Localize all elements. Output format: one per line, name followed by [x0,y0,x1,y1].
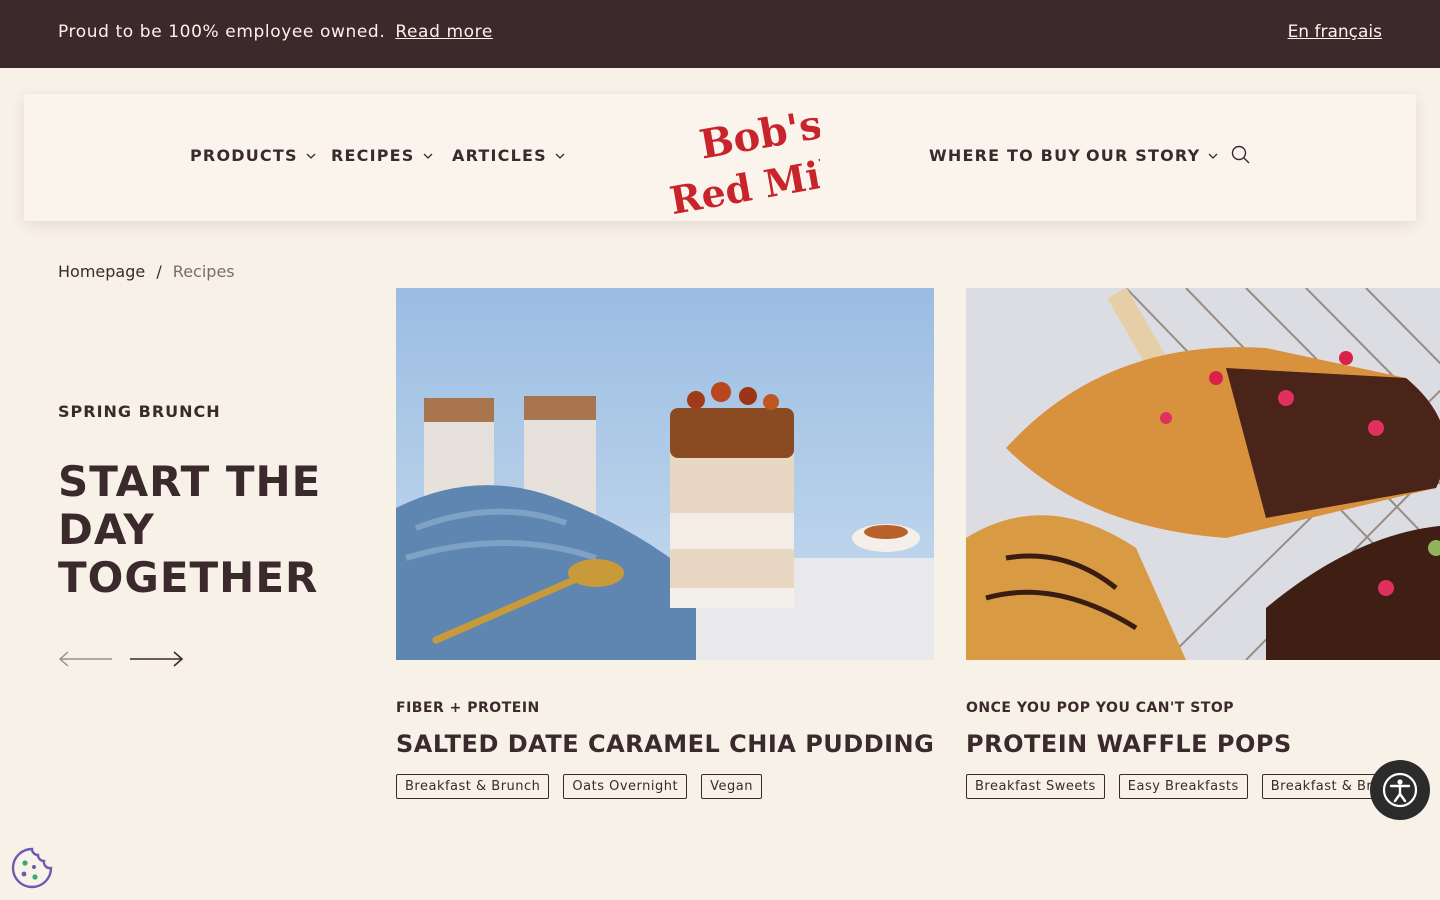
hero-eyebrow: SPRING BRUNCH [58,402,221,421]
announcement-message: Proud to be 100% employee owned. Read mo… [58,22,493,42]
tag-button[interactable]: Breakfast Sweets [966,774,1105,799]
nav-our-story[interactable]: OUR STORY [1086,146,1218,165]
recipe-tags: Breakfast Sweets Easy Breakfasts Breakfa… [966,774,1440,799]
nav-products[interactable]: PRODUCTS [190,146,316,165]
cookie-icon[interactable] [10,846,54,890]
nav-our-story-label: OUR STORY [1086,146,1201,165]
hero-headline: START THE DAY TOGETHER [58,457,322,602]
nav-where-to-buy-label: WHERE TO BUY [929,146,1082,165]
arrow-left-icon[interactable] [58,648,114,670]
chevron-down-icon [555,153,565,159]
chevron-down-icon [423,153,432,159]
chevron-down-icon [306,153,316,159]
breadcrumb-current: Recipes [172,262,235,281]
recipe-card[interactable]: ONCE YOU POP YOU CAN'T STOP PROTEIN WAFF… [966,288,1440,799]
recipe-title[interactable]: SALTED DATE CARAMEL CHIA PUDDING [396,730,934,758]
chevron-down-icon [1208,153,1218,159]
tag-button[interactable]: Breakfast & Brunch [396,774,550,799]
site-header: PRODUCTS RECIPES ARTICLES Bob's Red Mill… [24,94,1416,221]
recipe-kicker: ONCE YOU POP YOU CAN'T STOP [966,700,1235,716]
accessibility-button[interactable] [1370,760,1430,820]
announcement-text: Proud to be 100% employee owned. [58,22,386,42]
language-switch-link[interactable]: En français [1288,22,1382,42]
brand-logo[interactable]: Bob's Red Mill [660,102,820,214]
recipe-tags: Breakfast & Brunch Oats Overnight Vegan [396,774,934,799]
arrow-right-icon[interactable] [128,648,184,670]
announcement-bar: Proud to be 100% employee owned. Read mo… [0,0,1440,68]
breadcrumb-home-link[interactable]: Homepage [58,262,145,281]
accessibility-icon [1382,772,1418,808]
tag-button[interactable]: Vegan [701,774,762,799]
nav-products-label: PRODUCTS [190,146,298,165]
chia-pudding-photo[interactable] [396,288,934,660]
nav-articles-label: ARTICLES [452,146,547,165]
nav-recipes-label: RECIPES [331,146,415,165]
nav-articles[interactable]: ARTICLES [452,146,565,165]
waffle-pops-photo[interactable] [966,288,1440,660]
tag-button[interactable]: Easy Breakfasts [1118,774,1248,799]
recipe-kicker: FIBER + PROTEIN [396,700,540,716]
recipe-title[interactable]: PROTEIN WAFFLE POPS [966,730,1440,758]
search-icon[interactable] [1230,144,1252,166]
nav-where-to-buy[interactable]: WHERE TO BUY [929,146,1081,165]
breadcrumb: Homepage / Recipes [58,262,235,281]
recipe-card[interactable]: FIBER + PROTEIN SALTED DATE CARAMEL CHIA… [396,288,934,799]
tag-button[interactable]: Oats Overnight [563,774,688,799]
nav-recipes[interactable]: RECIPES [331,146,433,165]
read-more-link[interactable]: Read more [395,22,493,42]
breadcrumb-separator: / [156,262,162,281]
